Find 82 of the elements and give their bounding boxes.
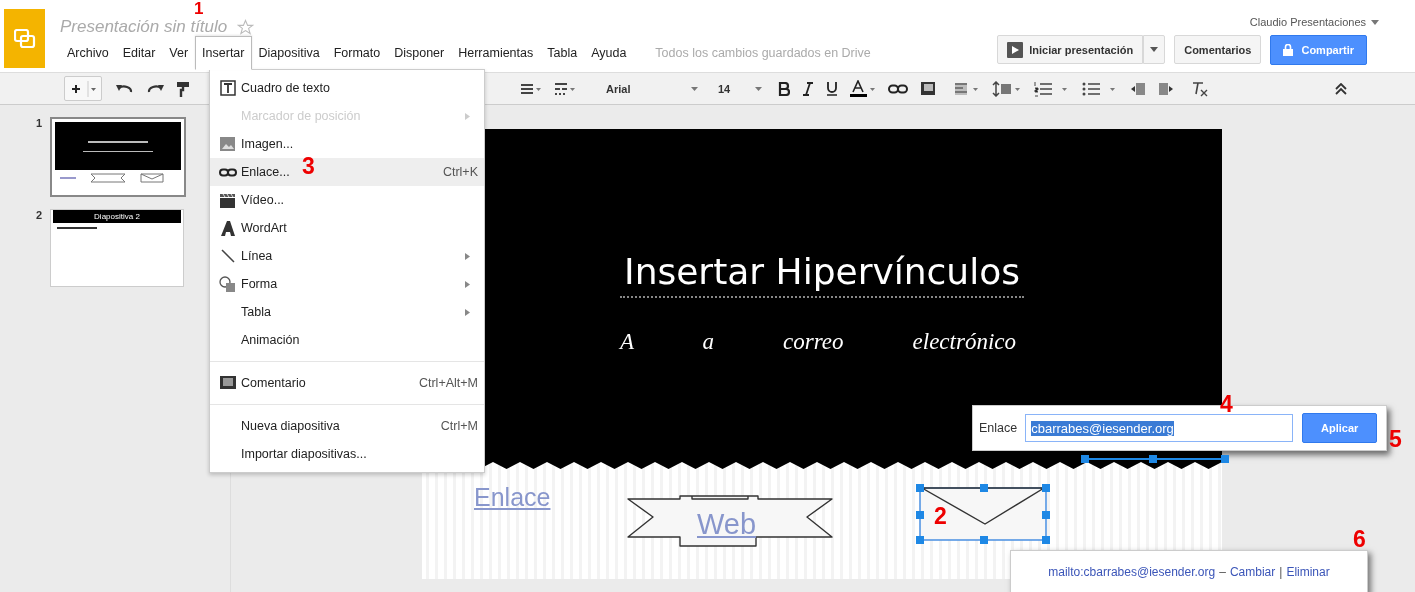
caret-icon bbox=[1371, 19, 1379, 25]
menu-option[interactable]: Comentario Ctrl+Alt+M bbox=[210, 369, 484, 397]
text-box-icon bbox=[219, 80, 236, 96]
text-color-icon[interactable] bbox=[850, 80, 876, 97]
menu-item[interactable]: Archivo bbox=[60, 35, 116, 70]
menu-option[interactable]: Animación bbox=[210, 326, 484, 354]
line-icon bbox=[220, 249, 235, 263]
menu-item[interactable]: Tabla bbox=[540, 35, 585, 70]
link-icon bbox=[218, 167, 237, 177]
pipe-separator: | bbox=[1279, 565, 1283, 579]
wordart-icon bbox=[219, 220, 236, 236]
align-icon[interactable] bbox=[520, 81, 542, 96]
caret-icon bbox=[1150, 47, 1159, 52]
dash-separator: – bbox=[1219, 565, 1226, 579]
slide-subtitle[interactable]: A a correo electrónico bbox=[620, 329, 1016, 355]
slide-number: 2 bbox=[34, 209, 43, 221]
clapperboard-icon bbox=[220, 192, 235, 208]
menu-option[interactable]: WordArt bbox=[210, 214, 484, 242]
align-left-icon[interactable] bbox=[954, 81, 980, 96]
menu-item[interactable]: Editar bbox=[115, 35, 163, 70]
numbered-list-icon[interactable] bbox=[1034, 80, 1070, 97]
menu-item[interactable]: Diapositiva bbox=[251, 35, 327, 70]
bulleted-list-icon[interactable] bbox=[1082, 80, 1118, 97]
annotation-number: 3 bbox=[302, 155, 315, 178]
collapse-icon[interactable] bbox=[1335, 82, 1347, 95]
user-name[interactable]: Claudio Presentaciones bbox=[1249, 16, 1366, 28]
bold-icon[interactable] bbox=[778, 81, 790, 96]
menu-option[interactable]: Tabla bbox=[210, 298, 484, 326]
comment-icon[interactable] bbox=[920, 80, 936, 97]
menu-option[interactable]: Imagen... bbox=[210, 130, 484, 158]
slide-number: 1 bbox=[34, 117, 43, 129]
paint-format-icon[interactable] bbox=[176, 80, 190, 97]
slides-icon bbox=[13, 28, 36, 49]
annotation-number: 2 bbox=[934, 505, 947, 528]
lock-icon bbox=[1283, 44, 1294, 56]
menu-option[interactable]: Importar diapositivas... bbox=[210, 440, 484, 468]
present-options-button[interactable] bbox=[1143, 35, 1166, 64]
link-url[interactable]: mailto:cbarrabes@iesender.org bbox=[1048, 565, 1216, 579]
play-icon bbox=[1007, 41, 1024, 58]
menu-item[interactable]: Formato bbox=[326, 35, 388, 70]
link-label: Enlace bbox=[979, 421, 1018, 435]
annotation-number: 6 bbox=[1353, 528, 1366, 551]
caret-icon bbox=[755, 86, 762, 91]
slide-title[interactable]: Insertar Hipervínculos bbox=[620, 251, 1024, 298]
line-spacing-icon[interactable] bbox=[992, 80, 1022, 97]
border-dash-icon[interactable] bbox=[554, 81, 576, 96]
new-slide-button[interactable] bbox=[64, 76, 102, 101]
shapes-icon bbox=[219, 276, 236, 292]
italic-icon[interactable] bbox=[802, 81, 814, 96]
slide-thumbnail[interactable]: Diapositiva 2 bbox=[50, 209, 184, 287]
star-icon[interactable] bbox=[237, 18, 255, 36]
image-icon bbox=[220, 137, 235, 151]
save-status: Todos los cambios guardados en Drive bbox=[655, 45, 871, 60]
comments-button[interactable]: Comentarios bbox=[1174, 35, 1262, 64]
present-button[interactable]: Iniciar presentación bbox=[997, 35, 1144, 64]
clear-formatting-icon[interactable] bbox=[1192, 80, 1208, 97]
link-icon[interactable] bbox=[888, 83, 908, 94]
menu-item[interactable]: Insertar bbox=[195, 35, 252, 70]
menu-item[interactable]: Herramientas bbox=[451, 35, 541, 70]
slide-thumbnail[interactable] bbox=[50, 117, 186, 197]
menu-option[interactable]: Forma bbox=[210, 270, 484, 298]
menu-option[interactable]: Nueva diapositiva Ctrl+M bbox=[210, 412, 484, 440]
menu-item[interactable]: Ayuda bbox=[584, 35, 634, 70]
caret-icon bbox=[691, 86, 698, 91]
change-link[interactable]: Cambiar bbox=[1229, 565, 1276, 579]
comment-icon bbox=[219, 375, 236, 391]
decrease-indent-icon[interactable] bbox=[1130, 81, 1146, 96]
link-input[interactable]: cbarrabes@iesender.org bbox=[1025, 414, 1294, 442]
increase-indent-icon[interactable] bbox=[1158, 81, 1174, 96]
font-size-dropdown[interactable]: 14 bbox=[714, 76, 766, 101]
menu-option[interactable]: Cuadro de texto bbox=[210, 74, 484, 102]
annotation-number: 5 bbox=[1389, 428, 1402, 451]
underline-icon[interactable] bbox=[826, 81, 838, 96]
menu-item[interactable]: Disponer bbox=[387, 35, 452, 70]
annotation-number: 4 bbox=[1220, 393, 1233, 416]
annotation-number: 1 bbox=[194, 0, 204, 17]
menu-option[interactable]: Vídeo... bbox=[210, 186, 484, 214]
font-dropdown[interactable]: Arial bbox=[602, 76, 702, 101]
remove-link[interactable]: Eliminar bbox=[1286, 565, 1330, 579]
thumbnail-title: Diapositiva 2 bbox=[53, 210, 181, 223]
menu-item[interactable]: Ver bbox=[162, 35, 196, 70]
menu-option[interactable]: Línea bbox=[210, 242, 484, 270]
